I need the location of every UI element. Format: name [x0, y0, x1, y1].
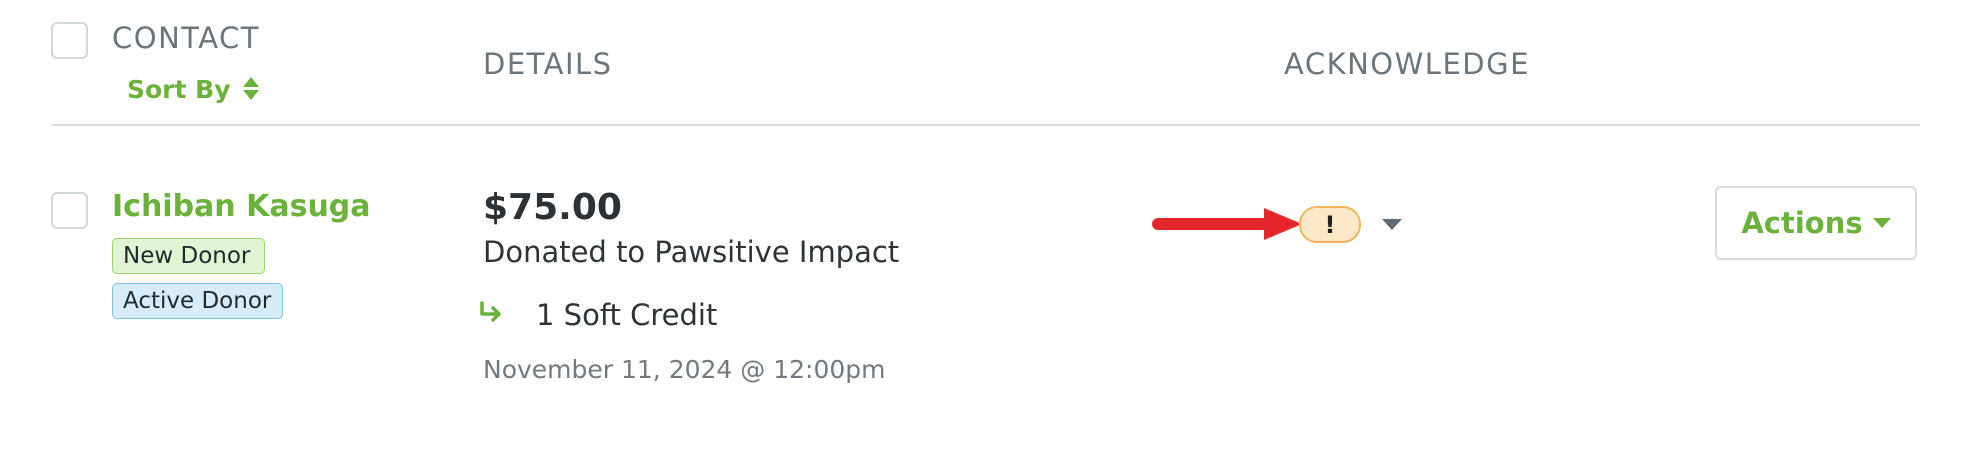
chevron-down-icon: [1872, 218, 1891, 228]
actions-button[interactable]: Actions: [1715, 186, 1917, 260]
donation-date: November 11, 2024 @ 12:00pm: [483, 355, 886, 384]
active-donor-badge: Active Donor: [112, 283, 283, 319]
soft-credit-label: 1 Soft Credit: [536, 298, 718, 332]
row-select-checkbox[interactable]: [51, 192, 88, 229]
acknowledge-status-badge[interactable]: !: [1299, 206, 1361, 243]
details-column-header: DETAILS: [483, 47, 613, 81]
sort-by-button[interactable]: Sort By: [127, 72, 259, 106]
sort-icon: [242, 76, 259, 102]
red-arrow-icon: [1152, 208, 1302, 240]
actions-button-label: Actions: [1741, 206, 1863, 240]
contact-column-header: CONTACT: [112, 21, 261, 55]
donation-recipient: Donated to Pawsitive Impact: [483, 235, 900, 269]
soft-credit-row: 1 Soft Credit: [479, 295, 717, 335]
contact-name-link[interactable]: Ichiban Kasuga: [112, 189, 371, 224]
new-donor-badge: New Donor: [112, 238, 265, 274]
header-divider: [51, 124, 1920, 126]
arrow-return-icon: [479, 300, 515, 330]
chevron-down-icon[interactable]: [1382, 219, 1402, 230]
donation-amount: $75.00: [483, 187, 622, 228]
select-all-checkbox[interactable]: [51, 22, 88, 59]
sort-by-label: Sort By: [127, 74, 231, 104]
acknowledge-column-header: ACKNOWLEDGE: [1284, 47, 1530, 81]
